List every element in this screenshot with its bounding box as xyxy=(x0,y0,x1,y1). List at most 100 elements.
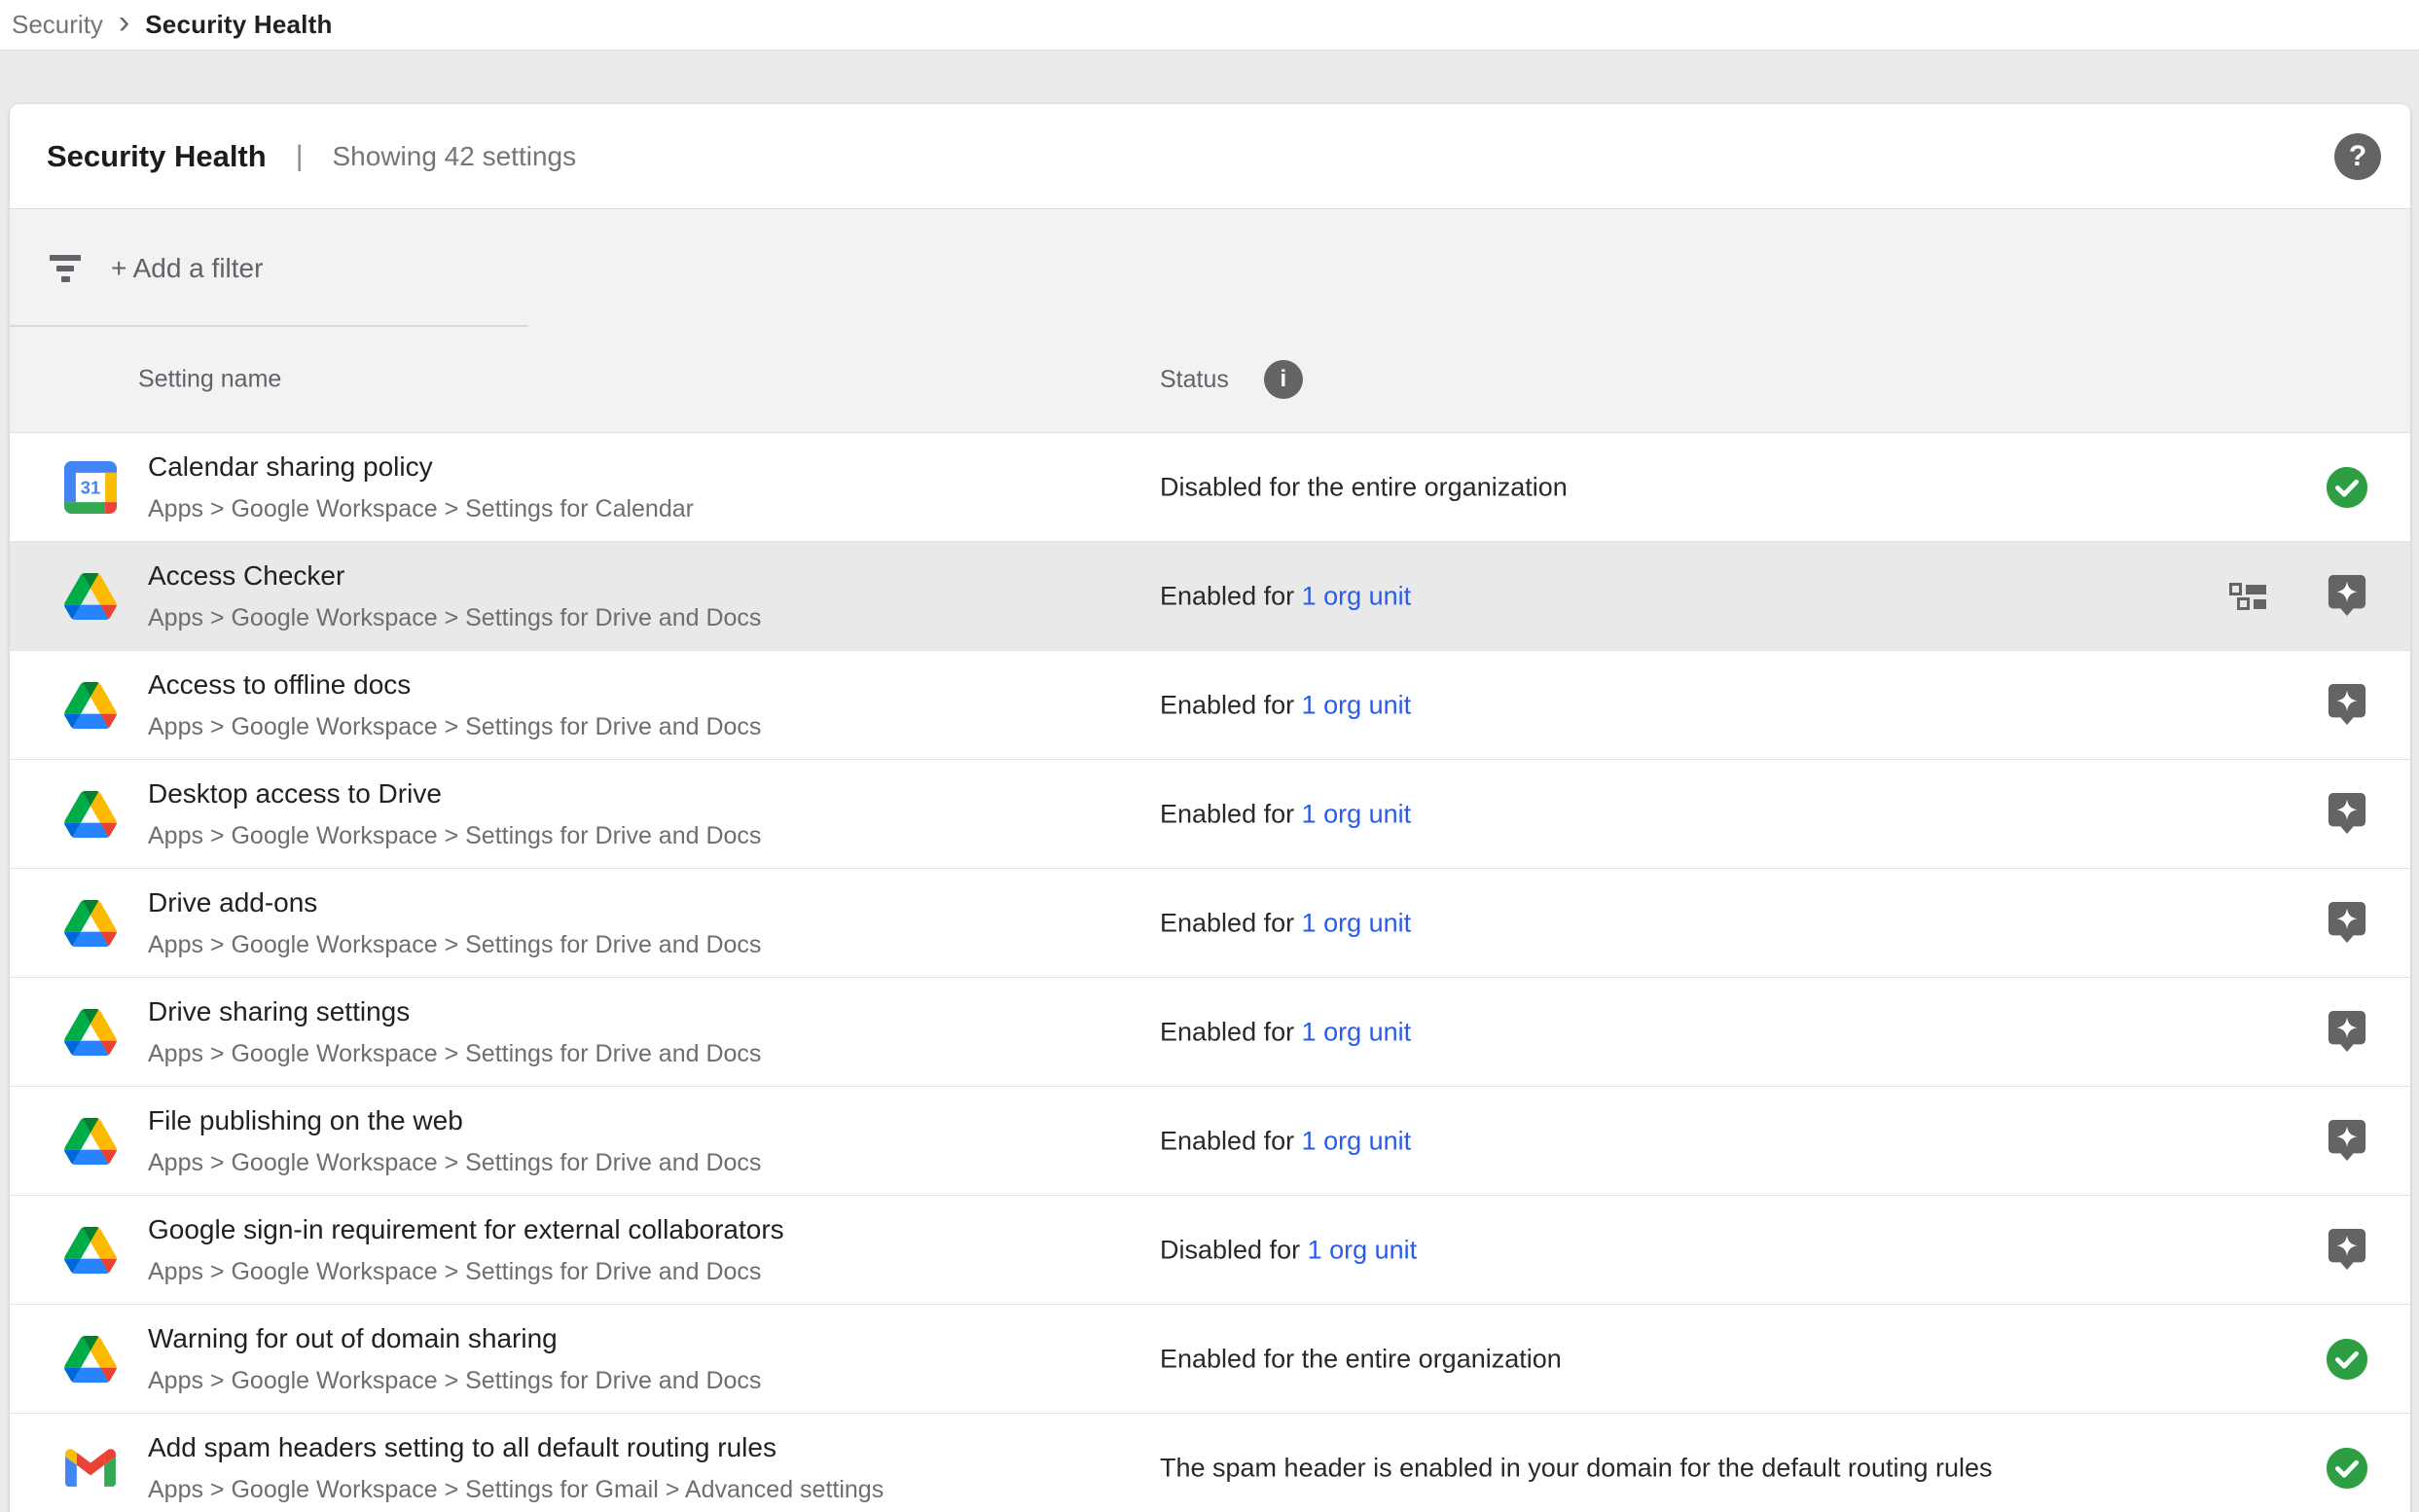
table-row[interactable]: File publishing on the web Apps > Google… xyxy=(10,1087,2410,1196)
setting-path: Apps > Google Workspace > Settings for D… xyxy=(148,822,761,849)
setting-text: Add spam headers setting to all default … xyxy=(148,1432,884,1503)
table-row[interactable]: Desktop access to Drive Apps > Google Wo… xyxy=(10,760,2410,869)
table-row[interactable]: 31 Calendar sharing policy Apps > Google… xyxy=(10,433,2410,542)
setting-name: File publishing on the web xyxy=(148,1105,761,1136)
help-icon[interactable]: ? xyxy=(2334,133,2381,180)
setting-text: Drive add-ons Apps > Google Workspace > … xyxy=(148,887,761,958)
setting-name: Warning for out of domain sharing xyxy=(148,1323,761,1354)
page-title: Security Health xyxy=(47,139,267,174)
setting-status: Enabled for 1 org unit xyxy=(1160,1017,1411,1047)
setting-text: Access Checker Apps > Google Workspace >… xyxy=(148,560,761,631)
status-text: Enabled for the entire organization xyxy=(1160,1344,1562,1373)
table-row[interactable]: Google sign-in requirement for external … xyxy=(10,1196,2410,1305)
setting-text: File publishing on the web Apps > Google… xyxy=(148,1105,761,1176)
drive-icon xyxy=(64,1006,117,1059)
breadcrumb: Security › Security Health xyxy=(0,0,2419,51)
setting-status: Disabled for 1 org unit xyxy=(1160,1235,1417,1265)
recommendation-flag-icon[interactable] xyxy=(2325,681,2369,730)
setting-name: Desktop access to Drive xyxy=(148,778,761,810)
add-filter-button[interactable]: + Add a filter xyxy=(10,253,263,284)
setting-name: Drive sharing settings xyxy=(148,996,761,1027)
table-row[interactable]: Access Checker Apps > Google Workspace >… xyxy=(10,542,2410,651)
status-column-header: Status i xyxy=(1160,360,1303,399)
setting-status: Enabled for the entire organization xyxy=(1160,1344,1562,1374)
recommendation-flag-icon[interactable] xyxy=(2325,1008,2369,1057)
status-text: Disabled for the entire organization xyxy=(1160,472,1568,501)
table-row[interactable]: Drive sharing settings Apps > Google Wor… xyxy=(10,978,2410,1087)
table-row[interactable]: Access to offline docs Apps > Google Wor… xyxy=(10,651,2410,760)
recommendation-flag-icon[interactable] xyxy=(2325,572,2369,621)
org-units-icon xyxy=(2229,583,2268,610)
org-unit-link[interactable]: 1 org unit xyxy=(1302,908,1412,937)
gmail-icon xyxy=(64,1442,117,1494)
setting-name: Drive add-ons xyxy=(148,887,761,918)
breadcrumb-current: Security Health xyxy=(145,10,332,40)
card-header: Security Health | Showing 42 settings ? xyxy=(10,104,2410,209)
org-unit-link[interactable]: 1 org unit xyxy=(1302,690,1412,719)
status-text: Enabled for xyxy=(1160,799,1302,828)
setting-path: Apps > Google Workspace > Settings for D… xyxy=(148,1258,784,1285)
table-row[interactable]: Warning for out of domain sharing Apps >… xyxy=(10,1305,2410,1414)
status-ok-check-icon xyxy=(2325,1335,2369,1384)
info-icon[interactable]: i xyxy=(1264,360,1303,399)
chevron-right-icon: › xyxy=(119,10,129,41)
recommendation-flag-icon[interactable] xyxy=(2325,1226,2369,1275)
table-row[interactable]: Add spam headers setting to all default … xyxy=(10,1414,2410,1512)
status-ok-check-icon xyxy=(2325,463,2369,512)
setting-path: Apps > Google Workspace > Settings for D… xyxy=(148,604,761,631)
title-separator: | xyxy=(296,140,304,173)
drive-icon xyxy=(64,788,117,841)
setting-name: Calendar sharing policy xyxy=(148,451,694,483)
setting-status: The spam header is enabled in your domai… xyxy=(1160,1453,1993,1483)
org-unit-link[interactable]: 1 org unit xyxy=(1302,1017,1412,1046)
setting-name: Google sign-in requirement for external … xyxy=(148,1214,784,1245)
table-row[interactable]: Drive add-ons Apps > Google Workspace > … xyxy=(10,869,2410,978)
drive-icon xyxy=(64,570,117,623)
setting-text: Desktop access to Drive Apps > Google Wo… xyxy=(148,778,761,849)
status-text: Enabled for xyxy=(1160,1126,1302,1155)
status-column-label: Status xyxy=(1160,366,1229,394)
setting-status: Disabled for the entire organization xyxy=(1160,472,1568,502)
status-text: Enabled for xyxy=(1160,908,1302,937)
setting-path: Apps > Google Workspace > Settings for D… xyxy=(148,713,761,740)
table-header: Setting name Status i xyxy=(10,327,2410,433)
filter-icon xyxy=(49,255,82,282)
setting-path: Apps > Google Workspace > Settings for D… xyxy=(148,931,761,958)
drive-icon xyxy=(64,1333,117,1386)
status-text: Enabled for xyxy=(1160,581,1302,610)
drive-icon xyxy=(64,1224,117,1277)
setting-status: Enabled for 1 org unit xyxy=(1160,581,1411,611)
setting-text: Drive sharing settings Apps > Google Wor… xyxy=(148,996,761,1067)
settings-table-body: 31 Calendar sharing policy Apps > Google… xyxy=(10,433,2410,1512)
org-unit-link[interactable]: 1 org unit xyxy=(1308,1235,1418,1264)
org-unit-link[interactable]: 1 org unit xyxy=(1302,799,1412,828)
recommendation-flag-icon[interactable] xyxy=(2325,1117,2369,1166)
setting-name: Access to offline docs xyxy=(148,669,761,701)
org-unit-link[interactable]: 1 org unit xyxy=(1302,581,1412,610)
drive-icon xyxy=(64,679,117,732)
setting-text: Access to offline docs Apps > Google Wor… xyxy=(148,669,761,740)
setting-text: Google sign-in requirement for external … xyxy=(148,1214,784,1285)
breadcrumb-parent-link[interactable]: Security xyxy=(12,10,103,40)
drive-icon xyxy=(64,1115,117,1168)
setting-path: Apps > Google Workspace > Settings for G… xyxy=(148,1476,884,1503)
security-health-card: Security Health | Showing 42 settings ? … xyxy=(10,104,2410,1512)
recommendation-flag-icon[interactable] xyxy=(2325,899,2369,948)
status-text: Enabled for xyxy=(1160,690,1302,719)
calendar-icon: 31 xyxy=(64,461,117,514)
org-unit-link[interactable]: 1 org unit xyxy=(1302,1126,1412,1155)
add-filter-label: + Add a filter xyxy=(111,253,263,284)
status-ok-check-icon xyxy=(2325,1444,2369,1493)
svg-text:31: 31 xyxy=(81,477,100,497)
setting-path: Apps > Google Workspace > Settings for D… xyxy=(148,1367,761,1394)
settings-count: Showing 42 settings xyxy=(333,141,577,172)
setting-text: Warning for out of domain sharing Apps >… xyxy=(148,1323,761,1394)
recommendation-flag-icon[interactable] xyxy=(2325,790,2369,839)
status-text: The spam header is enabled in your domai… xyxy=(1160,1453,1993,1482)
setting-status: Enabled for 1 org unit xyxy=(1160,1126,1411,1156)
setting-name: Access Checker xyxy=(148,560,761,592)
setting-status: Enabled for 1 org unit xyxy=(1160,690,1411,720)
setting-text: Calendar sharing policy Apps > Google Wo… xyxy=(148,451,694,522)
drive-icon xyxy=(64,897,117,950)
status-text: Enabled for xyxy=(1160,1017,1302,1046)
